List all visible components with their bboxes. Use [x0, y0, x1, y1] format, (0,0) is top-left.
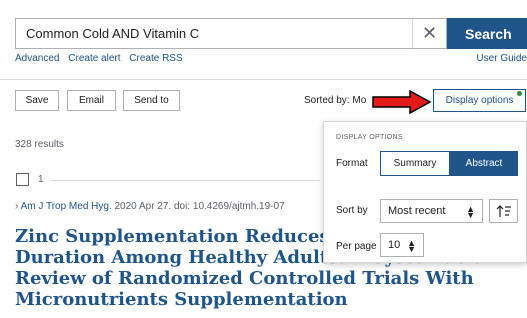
result-checkbox[interactable] — [16, 173, 29, 186]
search-button[interactable]: Search — [447, 18, 527, 49]
result-divider — [50, 180, 320, 181]
per-page-value: 10 — [388, 239, 401, 251]
format-label: Format — [336, 158, 368, 169]
search-sublinks: Advanced Create alert Create RSS — [15, 53, 189, 64]
format-abstract-option[interactable]: Abstract — [450, 151, 518, 176]
per-page-select[interactable]: 10 ▲ ▼ — [380, 233, 424, 257]
journal-name: Am J Trop Med Hyg. — [20, 201, 112, 212]
header-divider — [0, 79, 527, 80]
results-count: 328 results — [15, 139, 64, 150]
user-guide-link[interactable]: User Guide — [476, 53, 527, 64]
sort-direction-button[interactable] — [489, 199, 518, 223]
sort-by-label: Sort by — [336, 205, 368, 216]
format-summary-option[interactable]: Summary — [380, 151, 450, 176]
create-rss-link[interactable]: Create RSS — [129, 53, 182, 64]
per-page-label: Per page — [336, 241, 377, 252]
create-alert-link[interactable]: Create alert — [68, 53, 120, 64]
citation-details: 2020 Apr 27. doi: 10.4269/ajtmh.19-07 — [111, 201, 285, 212]
email-button[interactable]: Email — [67, 90, 116, 111]
save-button[interactable]: Save — [15, 90, 59, 111]
sort-direction-icon — [496, 205, 511, 217]
annotation-arrow-icon — [372, 90, 432, 114]
search-input[interactable] — [15, 18, 412, 49]
sorted-by-label: Sorted by: Mo — [304, 95, 367, 106]
sort-by-select[interactable]: Most recent ▲ ▼ — [380, 199, 483, 223]
select-caret-icon: ▲ ▼ — [407, 238, 416, 254]
select-caret-icon: ▲ ▼ — [466, 204, 475, 220]
clear-search-button[interactable]: ✕ — [412, 18, 447, 49]
close-icon: ✕ — [421, 23, 438, 43]
panel-heading: DISPLAY OPTIONS — [336, 134, 403, 141]
result-citation: › Am J Trop Med Hyg. 2020 Apr 27. doi: 1… — [15, 201, 285, 212]
display-options-button[interactable]: Display options — [433, 89, 526, 112]
active-indicator-dot — [517, 91, 522, 96]
result-number: 1 — [38, 174, 44, 185]
sort-by-value: Most recent — [388, 205, 446, 217]
display-options-panel: DISPLAY OPTIONS Format Summary Abstract … — [323, 121, 527, 263]
send-to-button[interactable]: Send to — [123, 90, 180, 111]
advanced-link[interactable]: Advanced — [15, 53, 59, 64]
chevron-right-icon: › — [15, 201, 19, 212]
